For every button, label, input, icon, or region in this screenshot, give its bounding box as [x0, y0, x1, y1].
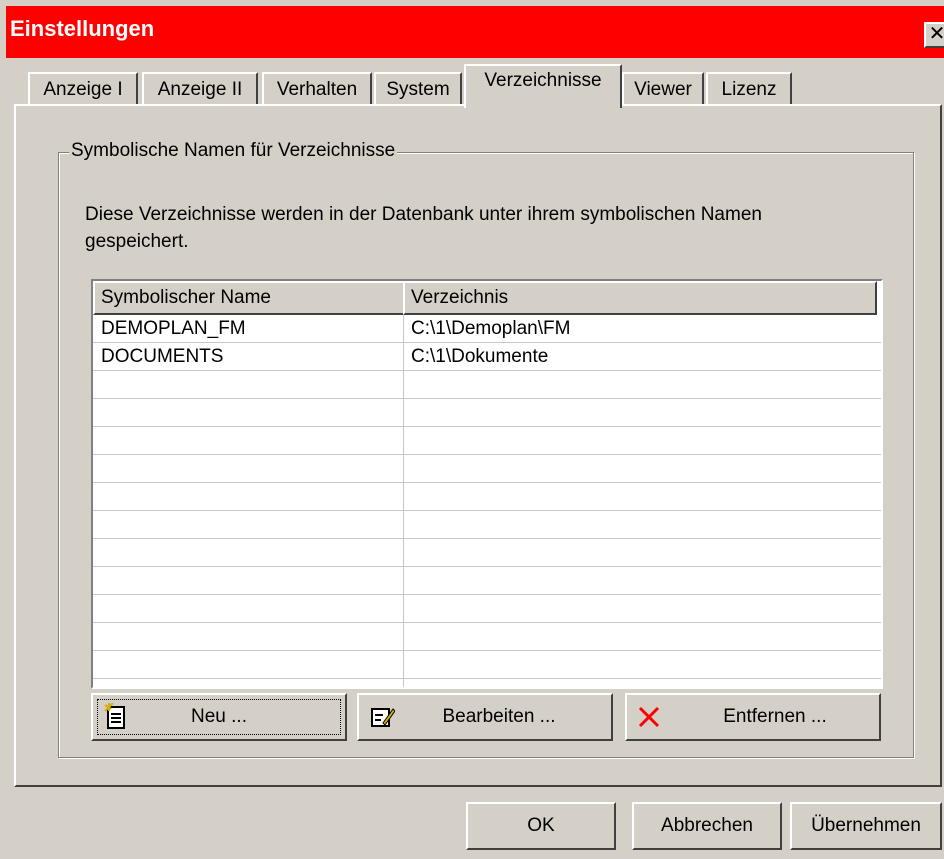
directory-list[interactable]: Symbolischer Name Verzeichnis DEMOPLAN_F… [91, 279, 883, 689]
tab-label: Lizenz [721, 79, 777, 100]
ok-button-label: OK [527, 815, 555, 836]
tab-label: Anzeige II [157, 79, 243, 100]
row-directory: C:\1\Demoplan\FM [411, 318, 571, 339]
row-directory: C:\1\Dokumente [411, 346, 549, 367]
empty-row [93, 511, 881, 539]
column-header-symbolic-name[interactable]: Symbolischer Name [93, 281, 405, 315]
window-title: Einstellungen [10, 16, 155, 41]
apply-button-label: Übernehmen [811, 815, 921, 836]
column-label: Verzeichnis [411, 287, 509, 308]
new-button-label: Neu ... [191, 706, 247, 727]
tab-label: Viewer [634, 79, 692, 100]
empty-row [93, 399, 881, 427]
tab-system[interactable]: System [374, 72, 462, 105]
close-button[interactable]: ✕ [924, 22, 944, 48]
cancel-button-label: Abbrechen [661, 815, 753, 836]
apply-button[interactable]: Übernehmen [790, 802, 942, 850]
column-header-directory[interactable]: Verzeichnis [403, 281, 877, 315]
edit-button-label: Bearbeiten ... [442, 706, 556, 727]
table-row[interactable]: DOCUMENTS C:\1\Dokumente [93, 343, 881, 371]
tab-anzeige-2[interactable]: Anzeige II [142, 72, 258, 105]
column-label: Symbolischer Name [101, 287, 271, 308]
close-icon: ✕ [928, 23, 944, 45]
row-symbolic-name: DOCUMENTS [101, 346, 224, 367]
empty-row [93, 651, 881, 679]
tab-label: Verzeichnisse [484, 70, 602, 91]
title-bar: Einstellungen ✕ [6, 6, 944, 58]
empty-row [93, 567, 881, 595]
empty-row [93, 539, 881, 567]
table-row[interactable]: DEMOPLAN_FM C:\1\Demoplan\FM [93, 315, 881, 343]
directory-names-group: Symbolische Namen für Verzeichnisse Dies… [58, 140, 914, 758]
remove-button-label: Entfernen ... [723, 706, 827, 727]
tab-viewer[interactable]: Viewer [622, 72, 704, 105]
tab-verhalten[interactable]: Verhalten [262, 72, 372, 105]
empty-row [93, 623, 881, 651]
empty-row [93, 455, 881, 483]
empty-row [93, 483, 881, 511]
new-button[interactable]: Neu ... [91, 693, 347, 741]
group-title: Symbolische Namen für Verzeichnisse [69, 140, 398, 162]
empty-row [93, 371, 881, 399]
cancel-button[interactable]: Abbrechen [632, 802, 782, 850]
tab-label: Verhalten [276, 79, 358, 100]
tab-lizenz[interactable]: Lizenz [706, 72, 792, 105]
tab-anzeige-1[interactable]: Anzeige I [28, 72, 138, 105]
empty-row [93, 595, 881, 623]
tab-label: System [386, 79, 450, 100]
empty-row [93, 427, 881, 455]
row-symbolic-name: DEMOPLAN_FM [101, 318, 246, 339]
tab-verzeichnisse[interactable]: Verzeichnisse [464, 64, 622, 108]
group-description: Diese Verzeichnisse werden in der Datenb… [85, 204, 762, 252]
tab-label: Anzeige I [43, 79, 123, 100]
tab-panel: Symbolische Namen für Verzeichnisse Dies… [14, 104, 942, 787]
edit-button[interactable]: Bearbeiten ... [357, 693, 613, 741]
ok-button[interactable]: OK [466, 802, 616, 850]
remove-button[interactable]: Entfernen ... [625, 693, 881, 741]
